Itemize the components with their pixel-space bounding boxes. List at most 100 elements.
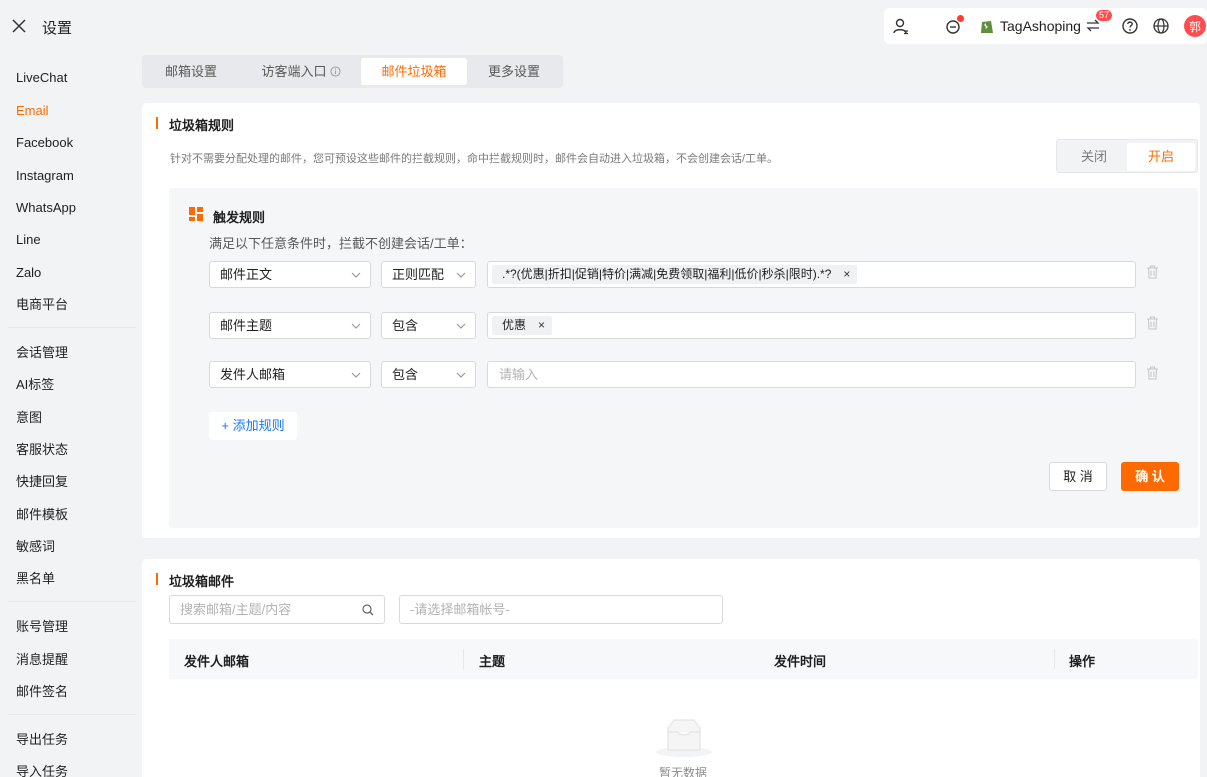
tag-remove-icon[interactable]: × bbox=[538, 316, 545, 335]
chevron-down-icon bbox=[351, 372, 361, 378]
spam-rules-title: 垃圾箱规则 bbox=[169, 118, 235, 133]
sidebar-item-agent-status[interactable]: 客服状态 bbox=[16, 441, 68, 459]
sidebar-item-line[interactable]: Line bbox=[16, 231, 41, 249]
tab-spam-box[interactable]: 邮件垃圾箱 bbox=[361, 58, 467, 85]
column-send-time: 发件时间 bbox=[774, 654, 827, 669]
search-icon[interactable] bbox=[362, 604, 374, 616]
sidebar-item-sensitive-words[interactable]: 敏感词 bbox=[16, 538, 55, 556]
rule-operator-select[interactable]: 包含 bbox=[381, 361, 476, 388]
user-status-icon bbox=[893, 18, 908, 35]
rule-field-select[interactable]: 发件人邮箱 bbox=[209, 361, 371, 388]
rule-operator-value: 包含 bbox=[392, 318, 419, 333]
spam-mail-title: 垃圾箱邮件 bbox=[169, 574, 235, 589]
sidebar-item-ai-tags[interactable]: AI标签 bbox=[16, 376, 54, 394]
shop-switcher[interactable]: TagAshoping bbox=[978, 17, 1102, 35]
info-icon bbox=[329, 66, 341, 77]
sidebar-item-notifications[interactable]: 消息提醒 bbox=[16, 651, 68, 669]
chevron-down-icon bbox=[351, 272, 361, 278]
sidebar-item-signature[interactable]: 邮件签名 bbox=[16, 683, 68, 701]
settings-tabs: 邮箱设置 访客端入口 邮件垃圾箱 更多设置 bbox=[142, 55, 563, 88]
delete-rule-icon[interactable] bbox=[1146, 265, 1159, 279]
rule-field-select[interactable]: 邮件正文 bbox=[209, 261, 371, 288]
input-placeholder: 请输入 bbox=[499, 367, 539, 382]
spam-rules-switch: 关闭 开启 bbox=[1056, 139, 1198, 173]
section-marker bbox=[156, 573, 158, 585]
app-header: 设置 TagAshoping 57 郭 bbox=[0, 0, 1207, 52]
spam-mail-table-header: 发件人邮箱 主题 发件时间 操作 bbox=[169, 639, 1198, 679]
spam-rules-description: 针对不需要分配处理的邮件，您可预设这些邮件的拦截规则，命中拦截规则时，邮件会自动… bbox=[170, 153, 779, 165]
column-sender: 发件人邮箱 bbox=[184, 654, 250, 669]
rule-operator-value: 正则匹配 bbox=[392, 267, 445, 282]
rule-value-input[interactable]: .*?(优惠|折扣|促销|特价|满减|免费领取|福利|低价|秒杀|限时).*? … bbox=[487, 261, 1136, 288]
sidebar-item-zalo[interactable]: Zalo bbox=[16, 264, 41, 282]
top-toolbar: TagAshoping 57 郭 bbox=[884, 8, 1207, 44]
tag-remove-icon[interactable]: × bbox=[843, 265, 850, 284]
sidebar-item-ecommerce[interactable]: 电商平台 bbox=[16, 296, 68, 314]
sidebar-item-accounts[interactable]: 账号管理 bbox=[16, 618, 68, 636]
sidebar: LiveChat Email Facebook Instagram WhatsA… bbox=[0, 52, 136, 777]
sidebar-item-conversation[interactable]: 会话管理 bbox=[16, 344, 68, 362]
chevron-down-icon bbox=[456, 323, 466, 329]
sidebar-item-import-tasks[interactable]: 导入任务 bbox=[16, 763, 68, 777]
rule-operator-select[interactable]: 正则匹配 bbox=[381, 261, 476, 288]
sender-email-input[interactable]: 请输入 bbox=[487, 361, 1136, 388]
rule-value-input[interactable]: 优惠 × bbox=[487, 312, 1136, 339]
cancel-button[interactable]: 取 消 bbox=[1049, 462, 1107, 491]
add-rule-button[interactable]: + 添加规则 bbox=[209, 412, 297, 440]
close-icon[interactable] bbox=[10, 17, 28, 35]
search-input[interactable] bbox=[169, 595, 385, 624]
sidebar-divider bbox=[8, 601, 136, 602]
chevron-down-icon bbox=[456, 272, 466, 278]
empty-state-text: 暂无数据 bbox=[659, 766, 708, 777]
sidebar-item-export-tasks[interactable]: 导出任务 bbox=[16, 731, 68, 749]
help-button[interactable] bbox=[1121, 17, 1139, 35]
sidebar-item-email[interactable]: Email bbox=[16, 102, 49, 120]
agent-status-button[interactable] bbox=[892, 17, 910, 35]
sidebar-item-livechat[interactable]: LiveChat bbox=[16, 69, 67, 87]
sidebar-item-whatsapp[interactable]: WhatsApp bbox=[16, 199, 76, 217]
switch-on-option[interactable]: 开启 bbox=[1127, 143, 1195, 171]
column-divider bbox=[463, 649, 464, 669]
sidebar-item-blacklist[interactable]: 黑名单 bbox=[16, 570, 55, 588]
avatar[interactable]: 郭 bbox=[1184, 15, 1206, 37]
tab-visitor-entry[interactable]: 访客端入口 bbox=[245, 58, 357, 85]
rule-field-select[interactable]: 邮件主题 bbox=[209, 312, 371, 339]
tab-visitor-entry-label: 访客端入口 bbox=[261, 64, 327, 79]
column-divider bbox=[1054, 649, 1055, 669]
tab-more-settings[interactable]: 更多设置 bbox=[471, 58, 557, 85]
rule-field-value: 邮件正文 bbox=[220, 267, 273, 282]
delete-rule-icon[interactable] bbox=[1146, 316, 1159, 330]
shop-name: TagAshoping bbox=[1000, 18, 1081, 34]
sidebar-item-intent[interactable]: 意图 bbox=[16, 409, 42, 427]
shopify-icon bbox=[981, 21, 993, 33]
rule-operator-value: 包含 bbox=[392, 367, 419, 382]
sidebar-item-facebook[interactable]: Facebook bbox=[16, 134, 73, 152]
help-icon bbox=[1122, 18, 1138, 34]
delete-rule-icon[interactable] bbox=[1146, 366, 1159, 380]
sidebar-item-mail-template[interactable]: 邮件模板 bbox=[16, 506, 68, 524]
page-title: 设置 bbox=[42, 20, 73, 37]
switch-off-option[interactable]: 关闭 bbox=[1060, 143, 1128, 171]
sidebar-item-quick-reply[interactable]: 快捷回复 bbox=[16, 473, 68, 491]
section-marker bbox=[156, 117, 158, 129]
unread-badge: 57 bbox=[1096, 10, 1113, 21]
tab-mailbox-settings[interactable]: 邮箱设置 bbox=[145, 58, 237, 85]
sidebar-divider bbox=[8, 327, 136, 328]
rule-value-tag-text: 优惠 bbox=[502, 318, 527, 332]
language-button[interactable] bbox=[1152, 17, 1170, 35]
rule-operator-select[interactable]: 包含 bbox=[381, 312, 476, 339]
rule-value-tag: .*?(优惠|折扣|促销|特价|满减|免费领取|福利|低价|秒杀|限时).*? … bbox=[492, 265, 858, 284]
confirm-button[interactable]: 确 认 bbox=[1121, 462, 1179, 491]
mail-account-select[interactable]: -请选择邮箱帐号- bbox=[399, 595, 723, 624]
trigger-rules-subtitle: 满足以下任意条件时，拦截不创建会话/工单： bbox=[209, 236, 473, 251]
trigger-rules-title: 触发规则 bbox=[213, 210, 266, 225]
sidebar-item-instagram[interactable]: Instagram bbox=[16, 167, 74, 185]
chevron-down-icon bbox=[351, 323, 361, 329]
rule-value-tag: 优惠 × bbox=[492, 316, 553, 335]
column-subject: 主题 bbox=[479, 654, 506, 669]
rule-field-value: 发件人邮箱 bbox=[220, 367, 286, 382]
rules-grid-icon bbox=[189, 207, 203, 221]
rule-field-value: 邮件主题 bbox=[220, 318, 273, 333]
empty-inbox-icon bbox=[656, 719, 712, 757]
notice-dot bbox=[957, 15, 964, 22]
